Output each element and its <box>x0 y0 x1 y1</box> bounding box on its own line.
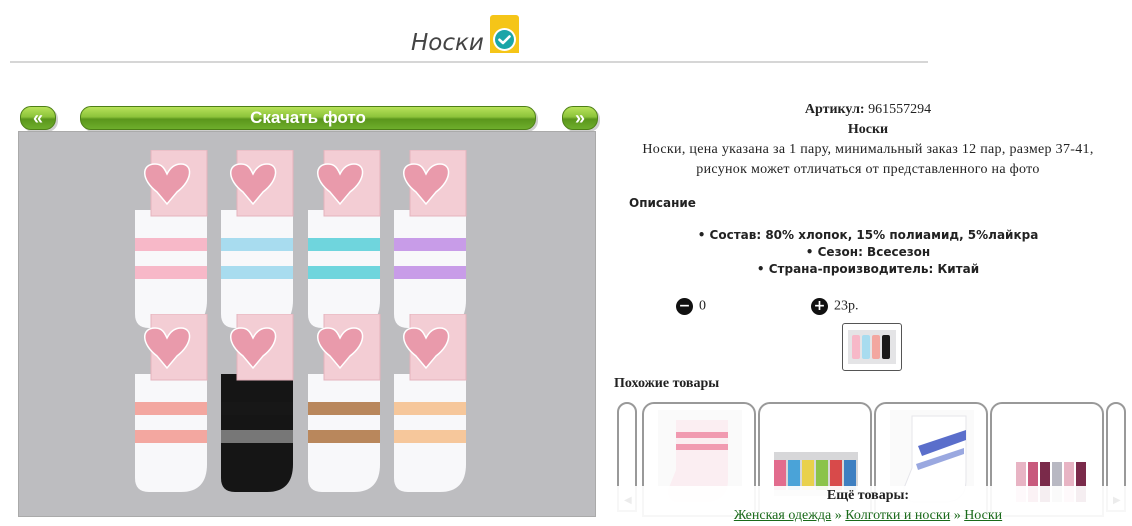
page-header: Носки <box>0 0 940 62</box>
download-photo-button[interactable]: Скачать фото <box>80 106 536 130</box>
quantity-control: −0 <box>676 298 706 315</box>
plus-icon[interactable]: + <box>811 298 828 315</box>
product-description-line2: рисунок может отличаться от представленн… <box>696 162 1040 177</box>
sock-3 <box>308 150 381 328</box>
page-title: Носки <box>411 30 484 56</box>
next-photo-button[interactable]: » <box>562 106 598 130</box>
product-description-line1: Носки, цена указана за 1 пару, минимальн… <box>642 142 1094 157</box>
price-value: 23р. <box>834 298 859 314</box>
breadcrumb-link[interactable]: Женская одежда <box>734 508 831 523</box>
breadcrumb-separator: » <box>953 508 961 523</box>
breadcrumb: Женская одежда » Колготки и носки » Носк… <box>604 506 1132 526</box>
product-photo[interactable] <box>18 131 596 517</box>
breadcrumb-link[interactable]: Носки <box>964 508 1002 523</box>
breadcrumb-separator: » <box>834 508 842 523</box>
header-divider <box>10 61 928 63</box>
description-section-title: Описание <box>629 196 696 210</box>
sock-8 <box>394 314 467 492</box>
article-line: Артикул: 961557294 <box>604 100 1132 120</box>
photo-thumbnail[interactable] <box>842 323 902 371</box>
sock-5 <box>135 314 208 492</box>
sock-6 <box>221 314 294 492</box>
property-composition: Состав: 80% хлопок, 15% полиамид, 5%лайк… <box>604 227 1132 244</box>
property-season: Сезон: Всесезон <box>604 244 1132 261</box>
price-control: +23р. <box>811 298 859 315</box>
property-country: Страна-производитель: Китай <box>604 261 1132 278</box>
sock-4 <box>394 150 467 328</box>
verified-check-icon <box>490 15 519 53</box>
article-value: 961557294 <box>868 102 932 117</box>
sock-2 <box>221 150 294 328</box>
product-name: Носки <box>847 122 889 137</box>
properties-list: Состав: 80% хлопок, 15% полиамид, 5%лайк… <box>604 227 1132 278</box>
article-label: Артикул: <box>804 102 865 117</box>
minus-icon[interactable]: − <box>676 298 693 315</box>
sock-7 <box>308 314 381 492</box>
prev-photo-button[interactable]: « <box>20 106 56 130</box>
more-products-label: Ещё товары: <box>826 488 910 503</box>
more-products: Ещё товары: Женская одежда » Колготки и … <box>604 486 1132 523</box>
quantity-value: 0 <box>699 298 706 314</box>
sock-1 <box>135 150 208 328</box>
breadcrumb-link[interactable]: Колготки и носки <box>845 508 950 523</box>
product-details: Артикул: 961557294 Носки Носки, цена ука… <box>604 100 1132 180</box>
similar-products-label: Похожие товары <box>614 376 720 391</box>
